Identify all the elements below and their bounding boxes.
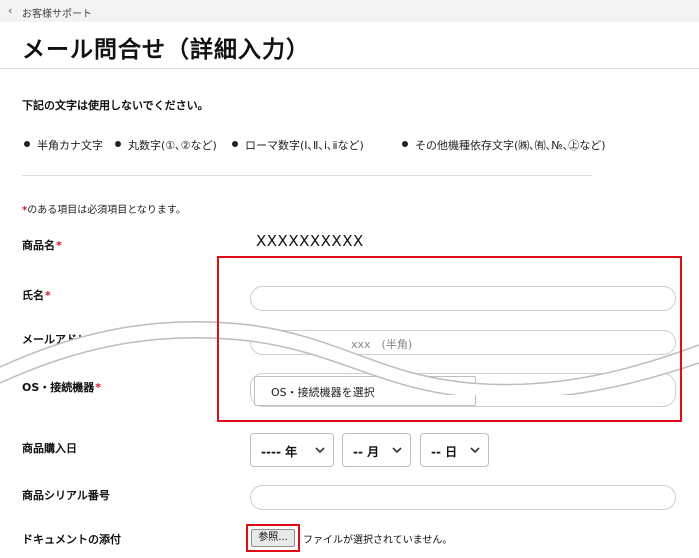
section-divider xyxy=(22,175,592,176)
serial-field[interactable] xyxy=(250,485,676,510)
os-device-selected: OS・接続機器を選択 xyxy=(271,386,375,399)
top-bar: ‹ お客様サポート xyxy=(0,0,699,22)
forbidden-notice: 下記の文字は使用しないでください。 xyxy=(22,99,209,112)
attachment-label: ドキュメントの添付 xyxy=(22,533,121,546)
os-device-label: OS・接続機器* xyxy=(22,381,102,394)
month-select[interactable]: -- 月 xyxy=(342,433,411,467)
month-select-value: -- 月 xyxy=(353,445,380,459)
bullet-icon xyxy=(24,141,30,147)
required-note: *のある項目は必須項目となります。 xyxy=(22,205,186,216)
forbidden-item: ローマ数字(Ⅰ､Ⅱ､ⅰ､ⅱなど) xyxy=(232,137,364,153)
name-label: 氏名* xyxy=(22,289,51,302)
email-field[interactable]: xxx (半角) xyxy=(250,330,676,355)
email-label: メールアドレス* xyxy=(22,333,106,346)
attachment-status: ファイルが選択されていません。 xyxy=(303,535,453,546)
chevron-left-icon[interactable]: ‹ xyxy=(8,4,12,17)
forbidden-item: 丸数字(①､②など) xyxy=(115,137,217,153)
product-name-label: 商品名* xyxy=(22,239,62,252)
day-select-value: -- 日 xyxy=(431,445,458,459)
os-device-select[interactable]: OS・接続機器を選択 xyxy=(254,376,476,406)
serial-label: 商品シリアル番号 xyxy=(22,489,110,502)
day-select[interactable]: -- 日 xyxy=(420,433,489,467)
product-name-value: XXXXXXXXXX xyxy=(256,232,364,250)
browse-button[interactable]: 参照... xyxy=(251,529,295,547)
chevron-down-icon xyxy=(392,447,402,454)
attachment-highlight: 参照... xyxy=(246,524,300,552)
breadcrumb-link[interactable]: お客様サポート xyxy=(22,5,92,20)
chevron-down-icon xyxy=(470,447,480,454)
forbidden-item: その他機種依存文字(㈱､㈲､№､㊤など) xyxy=(402,137,606,153)
name-field[interactable] xyxy=(250,286,676,311)
email-placeholder: xxx (半角) xyxy=(351,338,413,351)
chevron-down-icon xyxy=(315,447,325,454)
page-title: メール問合せ（詳細入力） xyxy=(22,37,310,63)
bullet-icon xyxy=(115,141,121,147)
bullet-icon xyxy=(402,141,408,147)
year-select-value: ---- 年 xyxy=(261,445,298,459)
bullet-icon xyxy=(232,141,238,147)
forbidden-item: 半角カナ文字 xyxy=(24,137,103,153)
title-divider xyxy=(0,68,699,69)
year-select[interactable]: ---- 年 xyxy=(250,433,334,467)
purchase-date-label: 商品購入日 xyxy=(22,442,77,455)
